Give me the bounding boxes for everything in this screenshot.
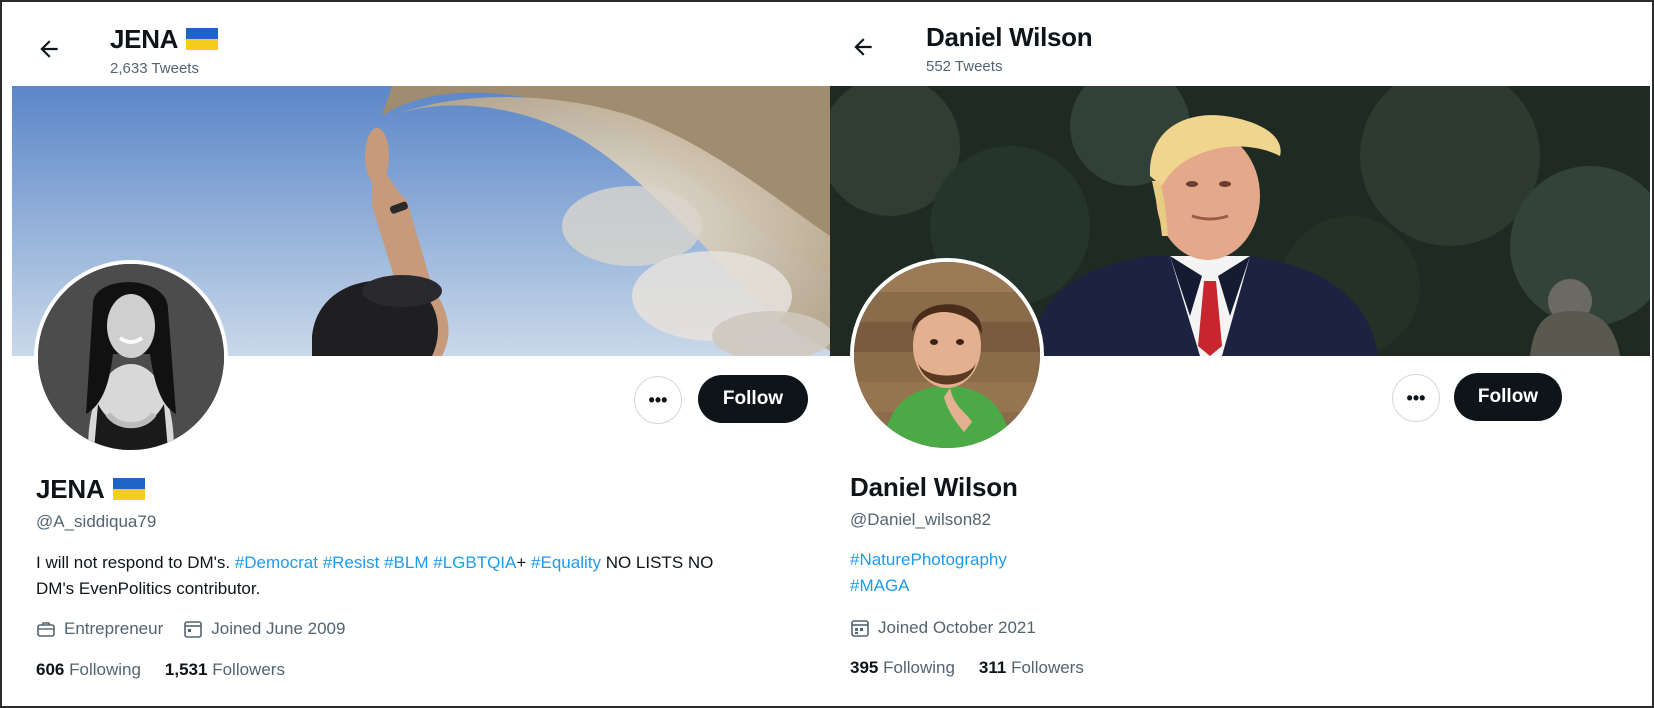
header-tweet-count: 552 Tweets <box>926 58 1003 75</box>
following-count: 606 <box>36 660 65 679</box>
more-options-icon: ••• <box>648 389 668 410</box>
following-link[interactable]: 395 Following <box>850 658 955 677</box>
follow-counts: 395 Following 311 Followers <box>850 658 1084 678</box>
display-name-text: JENA <box>36 474 105 504</box>
profile-bio: I will not respond to DM's. #Democrat #R… <box>36 550 756 602</box>
followers-count: 311 <box>978 658 1007 677</box>
follow-button[interactable]: Follow <box>1454 373 1562 421</box>
header-display-name: JENA <box>110 24 219 55</box>
bio-hashtag-maga[interactable]: #MAGA <box>850 573 1450 599</box>
joined-date-text: Joined June 2009 <box>211 619 346 638</box>
bio-hashtag-equality[interactable]: #Equality <box>531 553 601 572</box>
briefcase-icon <box>37 622 55 637</box>
profile-handle: @A_siddiqua79 <box>36 512 157 531</box>
profile-top-bar: Daniel Wilson 552 Tweets <box>830 2 1650 86</box>
profile-panel-jena: JENA 2,633 Tweets ••• Follow JENA @A_sid… <box>12 2 830 706</box>
profile-display-name: JENA <box>36 474 145 505</box>
following-label: Following <box>69 660 141 679</box>
header-display-name: Daniel Wilson <box>926 22 1093 52</box>
profession-text: Entrepreneur <box>64 619 164 638</box>
bio-text: + <box>516 553 532 572</box>
profile-meta: Joined October 2021 <box>850 618 1056 638</box>
followers-label: Followers <box>212 660 285 679</box>
following-count: 395 <box>850 658 879 677</box>
profile-avatar[interactable] <box>850 258 1044 452</box>
followers-link[interactable]: 1,531 Followers <box>165 660 285 679</box>
bio-hashtag-links[interactable]: #Democrat #Resist #BLM #LGBTQIA <box>235 553 517 572</box>
header-name-text: JENA <box>110 24 179 54</box>
profile-meta: Entrepreneur Joined June 2009 <box>36 619 365 639</box>
profile-handle: @Daniel_wilson82 <box>850 510 992 529</box>
back-arrow-icon[interactable] <box>850 34 876 60</box>
header-tweet-count: 2,633 Tweets <box>110 60 199 77</box>
more-options-button[interactable]: ••• <box>1392 374 1440 422</box>
profile-display-name: Daniel Wilson <box>850 472 1018 502</box>
screenshot-frame: JENA 2,633 Tweets ••• Follow JENA @A_sid… <box>0 0 1654 708</box>
calendar-icon <box>851 620 869 637</box>
profile-avatar[interactable] <box>34 260 228 454</box>
bio-hashtag-nature-photography[interactable]: #NaturePhotography <box>850 547 1450 573</box>
followers-link[interactable]: 311 Followers <box>979 658 1084 677</box>
back-arrow-icon[interactable] <box>36 36 62 62</box>
joined-date-text: Joined October 2021 <box>878 618 1036 637</box>
following-label: Following <box>883 658 955 677</box>
ukraine-flag-icon <box>112 478 145 500</box>
joined-item: Joined October 2021 <box>850 618 1036 638</box>
followers-count: 1,531 <box>164 660 208 679</box>
profile-top-bar: JENA 2,633 Tweets <box>12 2 830 86</box>
following-link[interactable]: 606 Following <box>36 660 141 679</box>
followers-label: Followers <box>1011 658 1084 677</box>
more-options-button[interactable]: ••• <box>634 376 682 424</box>
calendar-icon <box>184 621 203 638</box>
ukraine-flag-icon <box>186 28 219 50</box>
bio-text: I will not respond to DM's. <box>36 553 235 572</box>
profile-bio: #NaturePhotography #MAGA <box>850 547 1450 599</box>
follow-counts: 606 Following 1,531 Followers <box>36 660 285 680</box>
profession-item: Entrepreneur <box>36 619 163 639</box>
profile-panel-daniel-wilson: Daniel Wilson 552 Tweets ••• Follow Dani… <box>830 2 1650 706</box>
joined-item: Joined June 2009 <box>183 619 345 639</box>
more-options-icon: ••• <box>1406 387 1426 408</box>
follow-button[interactable]: Follow <box>698 375 808 423</box>
